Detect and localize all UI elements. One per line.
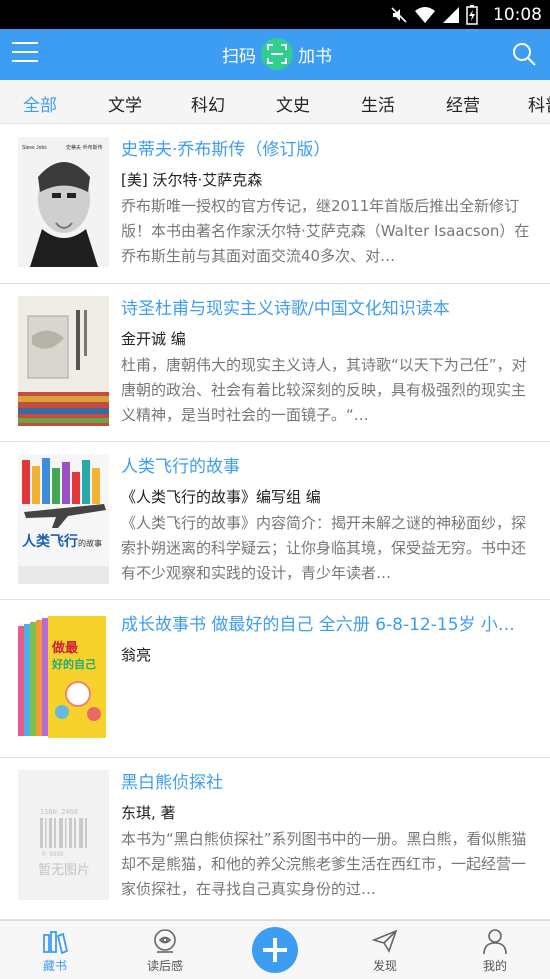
svg-text:的故事: 的故事 — [78, 538, 102, 548]
book-cover: 做最 好的自己 — [18, 612, 109, 742]
svg-text:人类飞行: 人类飞行 — [22, 533, 78, 550]
book-author: 金开诚 编 — [121, 330, 186, 348]
book-cover: 人类飞行 的故事 — [18, 454, 109, 584]
books-icon — [43, 931, 69, 955]
svg-text:Steve Jobs: Steve Jobs — [22, 145, 47, 151]
book-cover — [18, 296, 109, 426]
status-time: 10:08 — [493, 5, 542, 25]
nav-library-label: 藏书 — [42, 959, 67, 973]
category-tabs: 全部 文学 科幻 文史 生活 经营 科普 — [0, 80, 550, 124]
list-item[interactable]: ISBN 2468 0 8888 暂无图片 黑白熊侦探社 东琪, 著 本书为“黑… — [0, 758, 550, 920]
tab-history[interactable]: 文史 — [276, 91, 310, 116]
tab-business[interactable]: 经营 — [446, 91, 480, 116]
book-author: 《人类飞行的故事》编写组 编 — [121, 488, 321, 506]
book-cover-placeholder: ISBN 2468 0 8888 暂无图片 — [18, 770, 109, 900]
book-author: 东琪, 著 — [121, 804, 176, 822]
svg-text:0 8888: 0 8888 — [42, 851, 64, 858]
nav-profile-label: 我的 — [482, 959, 507, 973]
book-description: 《人类飞行的故事》内容简介：揭开未解之谜的神秘面纱，探索扑朔迷离的科学疑云；让你… — [121, 514, 527, 582]
svg-text:做最: 做最 — [51, 640, 79, 656]
nav-discover-label: 发现 — [372, 959, 397, 973]
person-icon — [483, 929, 507, 955]
nav-reviews-label: 读后感 — [146, 959, 183, 973]
status-bar: 10:08 — [0, 0, 550, 29]
wifi-icon — [415, 7, 435, 23]
tab-science[interactable]: 科普 — [528, 91, 550, 116]
book-title[interactable]: 诗圣杜甫与现实主义诗歌/中国文化知识读本 — [121, 296, 533, 322]
svg-text:好的自己: 好的自己 — [51, 657, 96, 671]
list-item[interactable]: 诗圣杜甫与现实主义诗歌/中国文化知识读本 金开诚 编 杜甫，唐朝伟大的现实主义诗… — [0, 284, 550, 442]
tab-all[interactable]: 全部 — [23, 91, 57, 116]
app-bar: 扫码 加书 — [0, 29, 550, 80]
signal-icon — [443, 7, 459, 23]
menu-icon[interactable] — [12, 42, 38, 64]
scan-add-book[interactable]: 扫码 加书 — [222, 38, 332, 70]
tab-literature[interactable]: 文学 — [108, 91, 142, 116]
book-title[interactable]: 黑白熊侦探社 — [121, 770, 533, 796]
book-title[interactable]: 史蒂夫·乔布斯传（修订版） — [121, 137, 533, 163]
svg-text:史蒂夫·乔布斯传: 史蒂夫·乔布斯传 — [66, 144, 103, 151]
nav-profile[interactable]: 我的 — [455, 921, 535, 979]
book-cover: Steve Jobs 史蒂夫·乔布斯传 — [18, 137, 109, 267]
battery-icon — [466, 5, 478, 25]
bottom-nav: 藏书 读后感 发现 我的 — [0, 920, 550, 979]
mute-icon — [391, 7, 407, 23]
tab-scifi[interactable]: 科幻 — [191, 91, 225, 116]
list-item[interactable]: 做最 好的自己 成长故事书 做最好的自己 全六册 6-8-12-15岁 小… 翁… — [0, 600, 550, 758]
add-book-label: 加书 — [298, 46, 332, 67]
list-item[interactable]: 人类飞行 的故事 人类飞行的故事 《人类飞行的故事》编写组 编 《人类飞行的故事… — [0, 442, 550, 600]
nav-library[interactable]: 藏书 — [15, 921, 95, 979]
search-icon[interactable] — [512, 42, 536, 66]
add-button[interactable] — [252, 927, 298, 973]
book-title[interactable]: 成长故事书 做最好的自己 全六册 6-8-12-15岁 小… — [121, 612, 533, 638]
book-description: 杜甫，唐朝伟大的现实主义诗人，其诗歌“以天下为己任”，对唐朝的政治、社会有着比较… — [121, 356, 527, 424]
book-description: 本书为“黑白熊侦探社”系列图书中的一册。黑白熊，看似熊猫却不是熊猫，和他的养父浣… — [121, 830, 527, 898]
svg-text:暂无图片: 暂无图片 — [38, 863, 90, 878]
reviews-icon — [154, 929, 176, 953]
scan-label: 扫码 — [222, 46, 256, 67]
nav-reviews[interactable]: 读后感 — [125, 921, 205, 979]
svg-text:ISBN 2468: ISBN 2468 — [40, 808, 78, 816]
book-author: [美] 沃尔特·艾萨克森 — [121, 171, 263, 189]
status-icons — [390, 5, 478, 25]
tab-life[interactable]: 生活 — [361, 91, 395, 116]
book-description: 乔布斯唯一授权的官方传记，继2011年首版后推出全新修订版！本书由著名作家沃尔特… — [121, 197, 530, 265]
book-list: Steve Jobs 史蒂夫·乔布斯传 史蒂夫·乔布斯传（修订版） [美] 沃尔… — [0, 125, 550, 920]
scan-icon[interactable] — [261, 38, 293, 70]
list-item[interactable]: Steve Jobs 史蒂夫·乔布斯传 史蒂夫·乔布斯传（修订版） [美] 沃尔… — [0, 125, 550, 284]
nav-discover[interactable]: 发现 — [345, 921, 425, 979]
book-title[interactable]: 人类飞行的故事 — [121, 454, 533, 480]
book-author: 翁亮 — [121, 646, 152, 664]
paper-plane-icon — [371, 929, 398, 953]
